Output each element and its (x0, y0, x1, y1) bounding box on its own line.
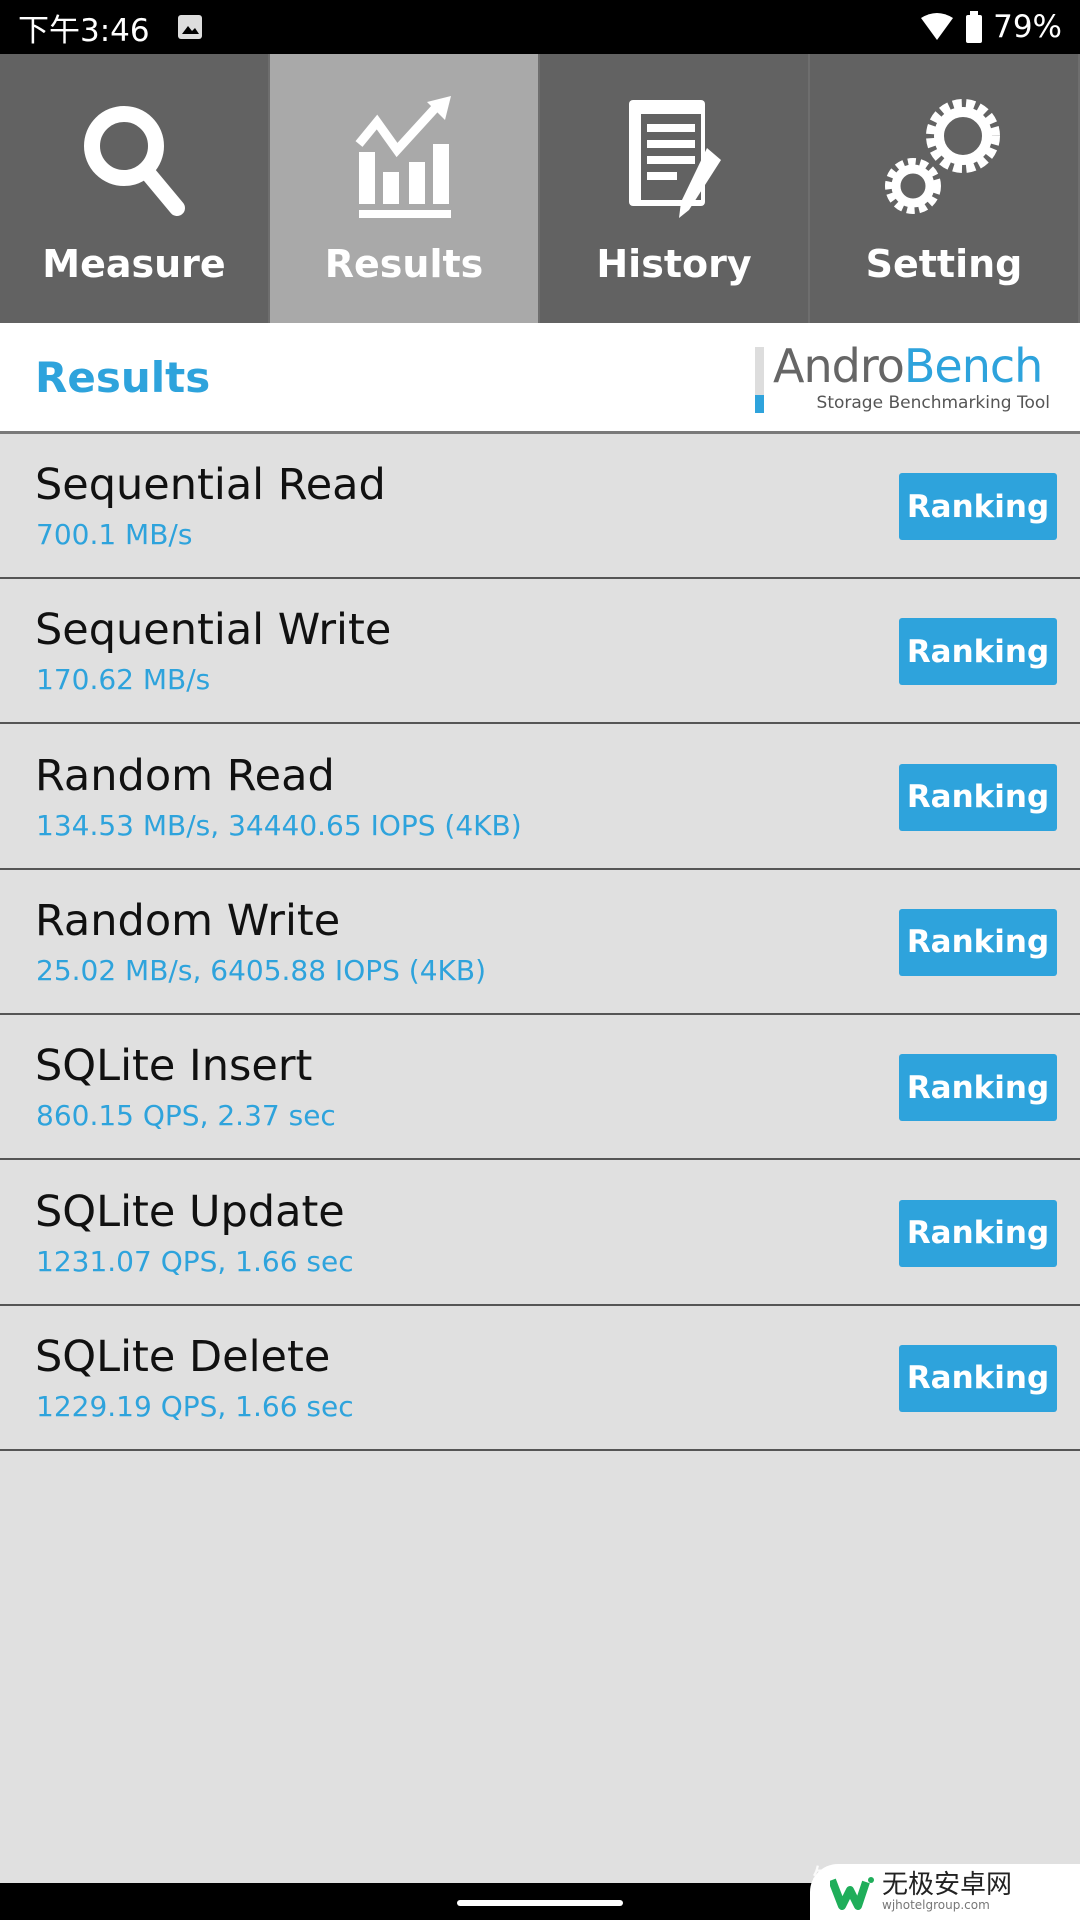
androbench-logo: AndroBench Storage Benchmarking Tool (755, 339, 1050, 413)
test-name: SQLite Update (35, 1186, 345, 1237)
ranking-button[interactable]: Ranking (899, 1199, 1057, 1267)
test-value: 1231.07 QPS, 1.66 sec (36, 1244, 354, 1278)
test-name: Random Write (35, 895, 341, 946)
test-value: 860.15 QPS, 2.37 sec (36, 1099, 336, 1133)
tab-bar: Measure Results History Setting (0, 54, 1080, 323)
gear-icon (885, 99, 1000, 214)
test-name: SQLite Insert (35, 1041, 313, 1092)
battery-level: 79% (993, 9, 1062, 45)
ranking-button[interactable]: Ranking (899, 618, 1057, 686)
result-row: Random Read 134.53 MB/s, 34440.65 IOPS (… (0, 724, 1080, 870)
results-header: Results AndroBench Storage Benchmarking … (0, 323, 1080, 434)
ranking-button[interactable]: Ranking (899, 1344, 1057, 1412)
result-row: Sequential Read 700.1 MB/s Ranking (0, 434, 1080, 579)
site-watermark-logo: 无极安卓网 wjhotelgroup.com (810, 1864, 1080, 1920)
tab-history[interactable]: History (540, 54, 810, 323)
tab-label: Measure (42, 242, 226, 286)
tab-label: Results (324, 242, 484, 286)
page-title: Results (35, 353, 211, 402)
test-value: 1229.19 QPS, 1.66 sec (36, 1389, 354, 1423)
test-name: Random Read (35, 750, 335, 801)
tab-setting[interactable]: Setting (810, 54, 1080, 323)
test-value: 134.53 MB/s, 34440.65 IOPS (4KB) (36, 808, 522, 842)
chart-icon (355, 96, 451, 218)
test-name: SQLite Delete (35, 1331, 331, 1382)
test-name: Sequential Read (35, 460, 386, 510)
ranking-button[interactable]: Ranking (899, 1054, 1057, 1122)
tab-label: History (596, 242, 752, 286)
clock: 下午3:46 (18, 12, 150, 49)
status-bar: 下午3:46 79% (0, 0, 1080, 54)
ranking-button[interactable]: Ranking (899, 908, 1057, 976)
tab-label: Setting (865, 242, 1023, 286)
result-row: SQLite Update 1231.07 QPS, 1.66 sec Rank… (0, 1160, 1080, 1306)
result-row: SQLite Insert 860.15 QPS, 2.37 sec Ranki… (0, 1015, 1080, 1161)
document-icon (629, 100, 721, 218)
test-name: Sequential Write (35, 605, 392, 656)
search-icon (84, 106, 185, 216)
result-row: Sequential Write 170.62 MB/s Ranking (0, 579, 1080, 725)
image-notification-icon (177, 15, 202, 39)
w-logo-icon (830, 1877, 874, 1910)
result-row: SQLite Delete 1229.19 QPS, 1.66 sec Rank… (0, 1305, 1080, 1451)
test-value: 700.1 MB/s (36, 518, 193, 551)
ranking-button[interactable]: Ranking (899, 763, 1057, 831)
tab-measure[interactable]: Measure (0, 54, 270, 323)
tab-results[interactable]: Results (270, 54, 540, 323)
home-gesture-handle[interactable] (457, 1900, 623, 1906)
test-value: 25.02 MB/s, 6405.88 IOPS (4KB) (36, 953, 487, 987)
ranking-button[interactable]: Ranking (899, 473, 1057, 540)
result-row: Random Write 25.02 MB/s, 6405.88 IOPS (4… (0, 869, 1080, 1015)
wifi-icon (921, 13, 954, 40)
battery-icon (966, 11, 983, 43)
test-value: 170.62 MB/s (36, 663, 211, 697)
